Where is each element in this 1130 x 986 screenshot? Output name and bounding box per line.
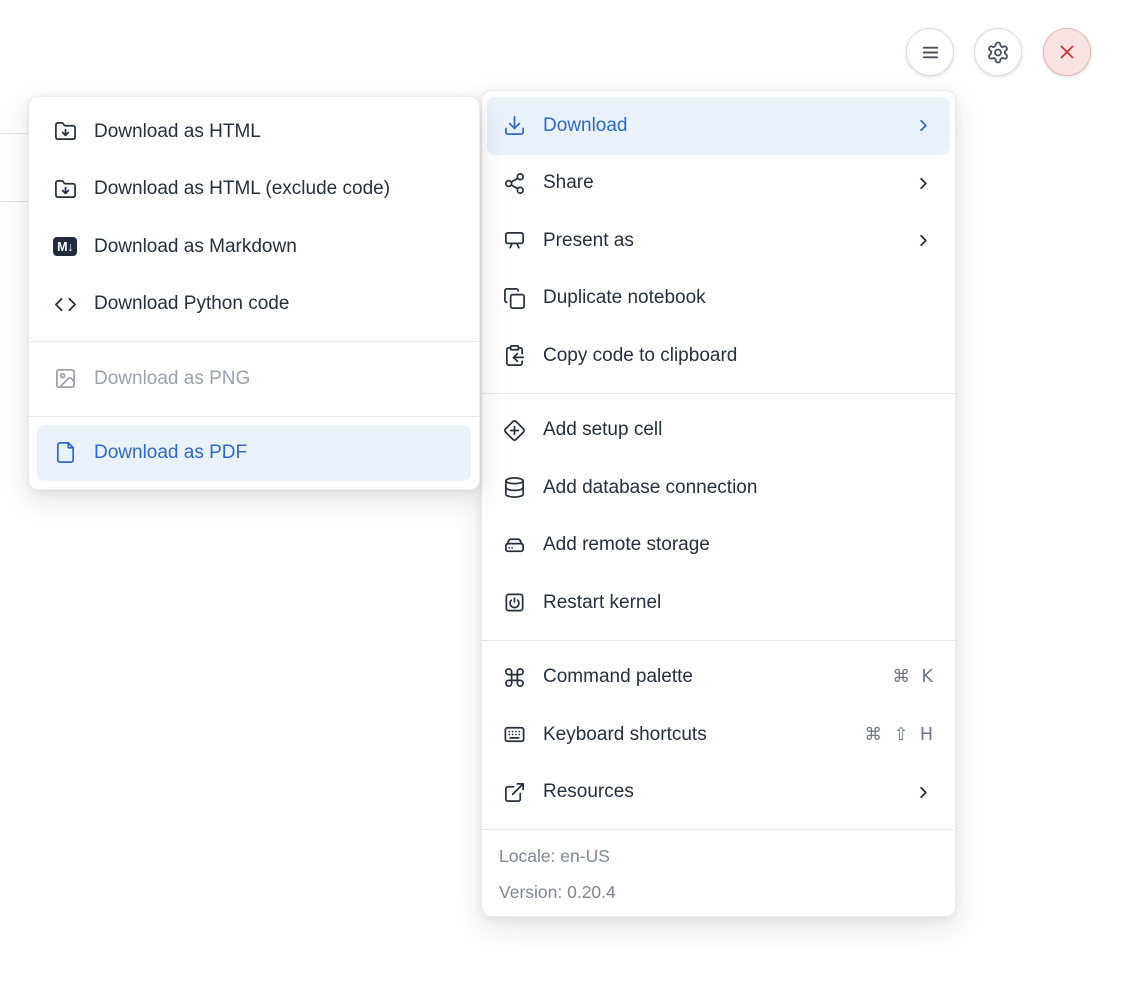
menu-item-label: Download as PNG (94, 367, 251, 389)
menu-item-add-remote-storage[interactable]: Add remote storage (482, 517, 955, 575)
folder-down-icon (53, 120, 77, 144)
hamburger-icon (918, 40, 942, 64)
menu-item-label: Add database connection (543, 476, 758, 498)
chevron-right-icon (914, 783, 933, 802)
folder-down-icon (53, 177, 77, 201)
share-icon (502, 171, 526, 195)
notebook-page: Download Share Present as Duplicate note… (0, 0, 1130, 986)
chevron-right-icon (914, 116, 933, 135)
markdown-icon: M↓ (53, 235, 77, 259)
menu-item-present-as[interactable]: Present as (482, 212, 955, 270)
external-link-icon (502, 780, 526, 804)
background-edge-line (0, 133, 29, 134)
menu-item-label: Add remote storage (543, 534, 710, 556)
menu-item-label: Share (543, 172, 594, 194)
shortcut-hint: ⌘ K (892, 667, 933, 688)
menu-item-download[interactable]: Download (487, 97, 950, 155)
chevron-right-icon (914, 231, 933, 250)
submenu-item-download-as-pdf[interactable]: Download as PDF (37, 424, 471, 481)
download-icon (502, 114, 526, 138)
presentation-icon (502, 229, 526, 253)
menu-separator (482, 639, 955, 641)
locale-text: Locale: en-US (499, 846, 610, 866)
command-icon (502, 665, 526, 689)
menu-item-label: Download Python code (94, 293, 290, 315)
file-icon (53, 441, 77, 465)
menu-item-label: Add setup cell (543, 419, 663, 441)
storage-drive-icon (502, 533, 526, 557)
shutdown-button[interactable] (1043, 28, 1091, 76)
menu-footer: Locale: en-US Version: 0.20.4 (482, 829, 955, 916)
menu-item-label: Download as Markdown (94, 235, 297, 257)
menu-item-label: Restart kernel (543, 591, 662, 613)
database-icon (502, 476, 526, 500)
menu-item-label: Download as HTML (exclude code) (94, 178, 391, 200)
markdown-badge: M↓ (53, 237, 77, 257)
menu-separator (29, 415, 479, 417)
download-submenu: Download as HTML Download as HTML (exclu… (28, 96, 480, 490)
submenu-item-download-as-png[interactable]: Download as PNG (29, 350, 479, 408)
gear-icon (986, 40, 1010, 64)
code-icon (53, 292, 77, 316)
menu-item-add-setup-cell[interactable]: Add setup cell (482, 402, 955, 460)
keyboard-icon (502, 723, 526, 747)
menu-item-label: Present as (543, 229, 634, 251)
duplicate-icon (502, 286, 526, 310)
menu-item-keyboard-shortcuts[interactable]: Keyboard shortcuts ⌘ ⇧ H (482, 706, 955, 764)
menu-item-copy-code[interactable]: Copy code to clipboard (482, 327, 955, 385)
shortcut-hint: ⌘ ⇧ H (864, 724, 933, 745)
menu-item-duplicate-notebook[interactable]: Duplicate notebook (482, 270, 955, 328)
menu-item-label: Duplicate notebook (543, 287, 706, 309)
menu-item-label: Copy code to clipboard (543, 344, 738, 366)
submenu-item-download-as-html[interactable]: Download as HTML (29, 103, 479, 161)
menu-item-share[interactable]: Share (482, 155, 955, 213)
menu-item-restart-kernel[interactable]: Restart kernel (482, 574, 955, 632)
close-icon (1055, 40, 1079, 64)
image-icon (53, 367, 77, 391)
menu-item-label: Download (543, 114, 628, 136)
menu-item-label: Keyboard shortcuts (543, 723, 707, 745)
submenu-item-download-as-html-exclude-code[interactable]: Download as HTML (exclude code) (29, 161, 479, 219)
menu-item-label: Download as HTML (94, 120, 261, 142)
menu-item-resources[interactable]: Resources (482, 764, 955, 822)
version-text: Version: 0.20.4 (499, 882, 616, 902)
chevron-right-icon (914, 174, 933, 193)
settings-button[interactable] (974, 28, 1022, 76)
background-edge-line (0, 201, 29, 202)
menu-item-label: Command palette (543, 666, 693, 688)
menu-item-label: Download as PDF (94, 441, 248, 463)
menu-separator (482, 392, 955, 394)
notebook-actions-menu: Download Share Present as Duplicate note… (481, 90, 956, 917)
submenu-item-download-python-code[interactable]: Download Python code (29, 276, 479, 334)
menu-separator (29, 341, 479, 342)
menu-item-label: Resources (543, 781, 634, 803)
notebook-menu-button[interactable] (906, 28, 954, 76)
submenu-item-download-as-markdown[interactable]: M↓ Download as Markdown (29, 218, 479, 276)
diamond-plus-icon (502, 418, 526, 442)
menu-item-command-palette[interactable]: Command palette ⌘ K (482, 649, 955, 707)
menu-item-add-database-connection[interactable]: Add database connection (482, 459, 955, 517)
power-square-icon (502, 591, 526, 615)
clipboard-copy-icon (502, 344, 526, 368)
